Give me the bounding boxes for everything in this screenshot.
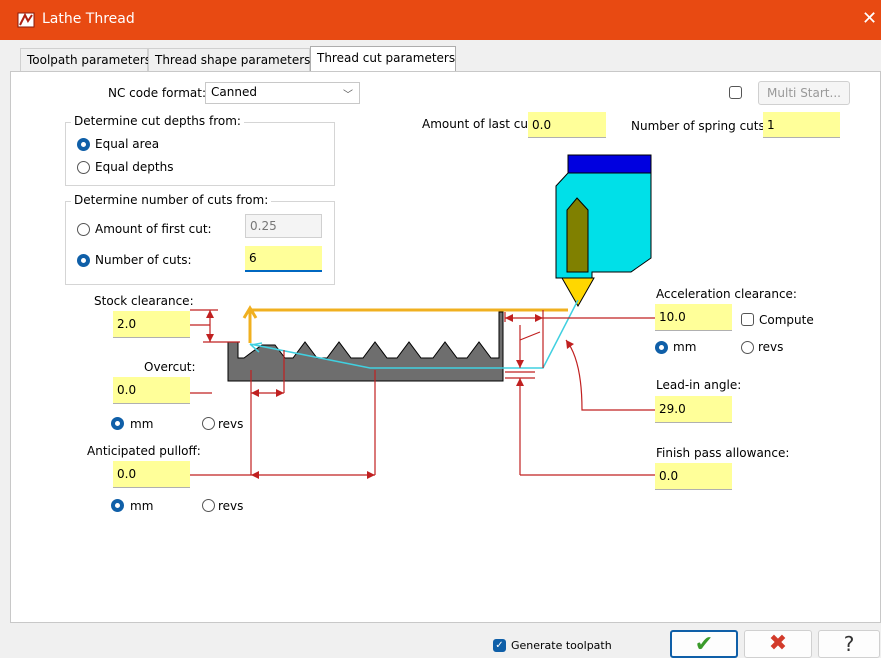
tool-shank — [566, 197, 589, 273]
cross-icon: ✖ — [768, 631, 788, 656]
cancel-button[interactable]: ✖ — [744, 630, 812, 658]
workpiece — [227, 311, 504, 382]
checkmark-icon: ✔ — [694, 632, 714, 657]
dimension-arrow-icons — [206, 310, 574, 479]
help-icon: ? — [843, 632, 855, 656]
ok-button[interactable]: ✔ — [670, 630, 738, 658]
tool-tip — [561, 277, 595, 308]
dimension-lines — [190, 309, 655, 476]
help-button[interactable]: ? — [818, 630, 880, 658]
thread-diagram — [190, 154, 655, 479]
generate-toolpath-label: Generate toolpath — [511, 639, 612, 652]
tool-holder-top — [567, 154, 652, 174]
generate-toolpath-checkbox[interactable]: ✓ — [493, 639, 506, 652]
